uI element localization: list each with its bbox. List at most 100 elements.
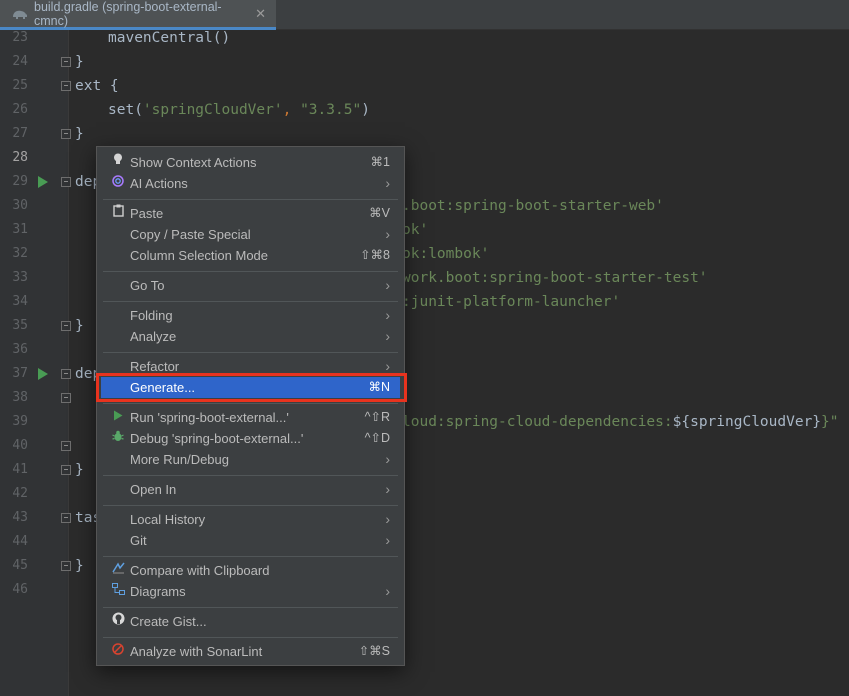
- menu-item-shortcut: ⇧⌘S: [358, 644, 390, 658]
- ai-spiral-icon: [111, 173, 125, 194]
- fold-marker-icon[interactable]: [61, 369, 71, 379]
- compare-icon: [111, 560, 125, 581]
- lightbulb-icon: [111, 152, 125, 173]
- run-gutter-icon[interactable]: [38, 176, 48, 188]
- menu-item-label: Analyze: [130, 329, 177, 344]
- code-line[interactable]: .boot:spring-boot-starter-web': [402, 194, 849, 218]
- menu-item-label: Paste: [130, 206, 164, 221]
- fold-marker-icon[interactable]: [61, 177, 71, 187]
- menu-separator: [103, 271, 398, 272]
- menu-item-show-context-actions[interactable]: Show Context Actions ⌘1: [101, 152, 400, 173]
- menu-item-label: Run 'spring-boot-external...': [130, 410, 289, 425]
- line-number: 34: [12, 294, 28, 309]
- code-line[interactable]: ext {: [75, 74, 849, 98]
- menu-item-git[interactable]: Git ›: [101, 530, 400, 551]
- menu-item-open-in[interactable]: Open In ›: [101, 479, 400, 500]
- code-line[interactable]: mavenCentral(): [108, 26, 849, 50]
- menu-item-label: Folding: [130, 308, 173, 323]
- menu-item-label: Git: [130, 533, 147, 548]
- chevron-right-icon: ›: [385, 277, 390, 293]
- code-token: set(: [108, 102, 143, 118]
- menu-item-column-selection-mode[interactable]: Column Selection Mode ⇧⌘8: [101, 245, 400, 266]
- debug-bug-icon: [111, 428, 125, 449]
- diagram-icon: [111, 581, 125, 602]
- menu-item-more-run-debug[interactable]: More Run/Debug ›: [101, 449, 400, 470]
- menu-separator: [103, 301, 398, 302]
- menu-item-shortcut: ⌘N: [368, 380, 390, 394]
- menu-item-go-to[interactable]: Go To ›: [101, 275, 400, 296]
- run-gutter-icon[interactable]: [38, 368, 48, 380]
- github-icon: [111, 611, 125, 632]
- chevron-right-icon: ›: [385, 511, 390, 527]
- menu-item-run[interactable]: Run 'spring-boot-external...' ^⇧R: [101, 407, 400, 428]
- line-number: 27: [12, 126, 28, 141]
- menu-item-label: Show Context Actions: [130, 155, 257, 170]
- line-number: 36: [12, 342, 28, 357]
- line-number-current: 28: [12, 150, 28, 165]
- menu-item-local-history[interactable]: Local History ›: [101, 509, 400, 530]
- menu-item-label: Create Gist...: [130, 614, 207, 629]
- line-number: 37: [12, 366, 28, 381]
- line-number: 41: [12, 462, 28, 477]
- menu-item-shortcut: ⇧⌘8: [360, 248, 390, 262]
- line-number: 32: [12, 246, 28, 261]
- sonarlint-icon: [111, 641, 125, 662]
- line-number: 30: [12, 198, 28, 213]
- code-line[interactable]: set('springCloudVer', "3.3.5"): [108, 98, 849, 122]
- menu-item-label: More Run/Debug: [130, 452, 229, 467]
- fold-marker-icon[interactable]: [61, 561, 71, 571]
- chevron-right-icon: ›: [385, 532, 390, 548]
- interpolation: ${springCloudVer}: [672, 414, 822, 430]
- menu-item-label: AI Actions: [130, 176, 188, 191]
- menu-item-label: Generate...: [130, 380, 196, 395]
- line-number: 42: [12, 486, 28, 501]
- menu-item-shortcut: ⌘1: [370, 155, 390, 169]
- fold-marker-icon[interactable]: [61, 465, 71, 475]
- code-line[interactable]: }: [75, 50, 849, 74]
- tab-title: build.gradle (spring-boot-external-cmnc): [34, 0, 222, 28]
- menu-item-refactor[interactable]: Refactor ›: [101, 356, 400, 377]
- fold-marker-icon[interactable]: [61, 393, 71, 403]
- fold-marker-icon[interactable]: [61, 129, 71, 139]
- chevron-right-icon: ›: [385, 583, 390, 599]
- code-line[interactable]: }: [75, 122, 849, 146]
- menu-item-analyze[interactable]: Analyze ›: [101, 326, 400, 347]
- chevron-right-icon: ›: [385, 481, 390, 497]
- line-number: 45: [12, 558, 28, 573]
- code-line[interactable]: loud:spring-cloud-dependencies:${springC…: [402, 410, 849, 434]
- menu-item-diagrams[interactable]: Diagrams ›: [101, 581, 400, 602]
- line-number: 25: [12, 78, 28, 93]
- menu-separator: [103, 352, 398, 353]
- code-line[interactable]: ok:lombok': [402, 242, 849, 266]
- menu-item-copy-paste-special[interactable]: Copy / Paste Special ›: [101, 224, 400, 245]
- code-line[interactable]: work.boot:spring-boot-starter-test': [402, 266, 849, 290]
- menu-item-debug[interactable]: Debug 'spring-boot-external...' ^⇧D: [101, 428, 400, 449]
- menu-item-label: Go To: [130, 278, 165, 293]
- menu-item-create-gist[interactable]: Create Gist...: [101, 611, 400, 632]
- fold-marker-icon[interactable]: [61, 81, 71, 91]
- menu-item-label: Debug 'spring-boot-external...': [130, 431, 304, 446]
- chevron-right-icon: ›: [385, 175, 390, 191]
- code-line[interactable]: :junit-platform-launcher': [402, 290, 849, 314]
- menu-item-generate[interactable]: Generate... ⌘N: [101, 377, 400, 398]
- menu-item-ai-actions[interactable]: AI Actions ›: [101, 173, 400, 194]
- menu-item-compare-with-clipboard[interactable]: Compare with Clipboard: [101, 560, 400, 581]
- clipboard-icon: [111, 203, 125, 224]
- code-token: ): [361, 102, 370, 118]
- menu-item-label: Analyze with SonarLint: [130, 644, 263, 659]
- string-literal: "3.3.5": [300, 102, 362, 118]
- chevron-right-icon: ›: [385, 451, 390, 467]
- fold-marker-icon[interactable]: [61, 57, 71, 67]
- menu-item-label: Diagrams: [130, 584, 186, 599]
- close-icon[interactable]: ✕: [255, 6, 266, 22]
- menu-item-folding[interactable]: Folding ›: [101, 305, 400, 326]
- fold-marker-icon[interactable]: [61, 441, 71, 451]
- line-number: 24: [12, 54, 28, 69]
- fold-marker-icon[interactable]: [61, 513, 71, 523]
- fold-marker-icon[interactable]: [61, 321, 71, 331]
- line-number: 31: [12, 222, 28, 237]
- string-literal: }": [821, 414, 839, 430]
- menu-item-paste[interactable]: Paste ⌘V: [101, 203, 400, 224]
- code-line[interactable]: ok': [402, 218, 849, 242]
- menu-item-analyze-with-sonarlint[interactable]: Analyze with SonarLint ⇧⌘S: [101, 641, 400, 662]
